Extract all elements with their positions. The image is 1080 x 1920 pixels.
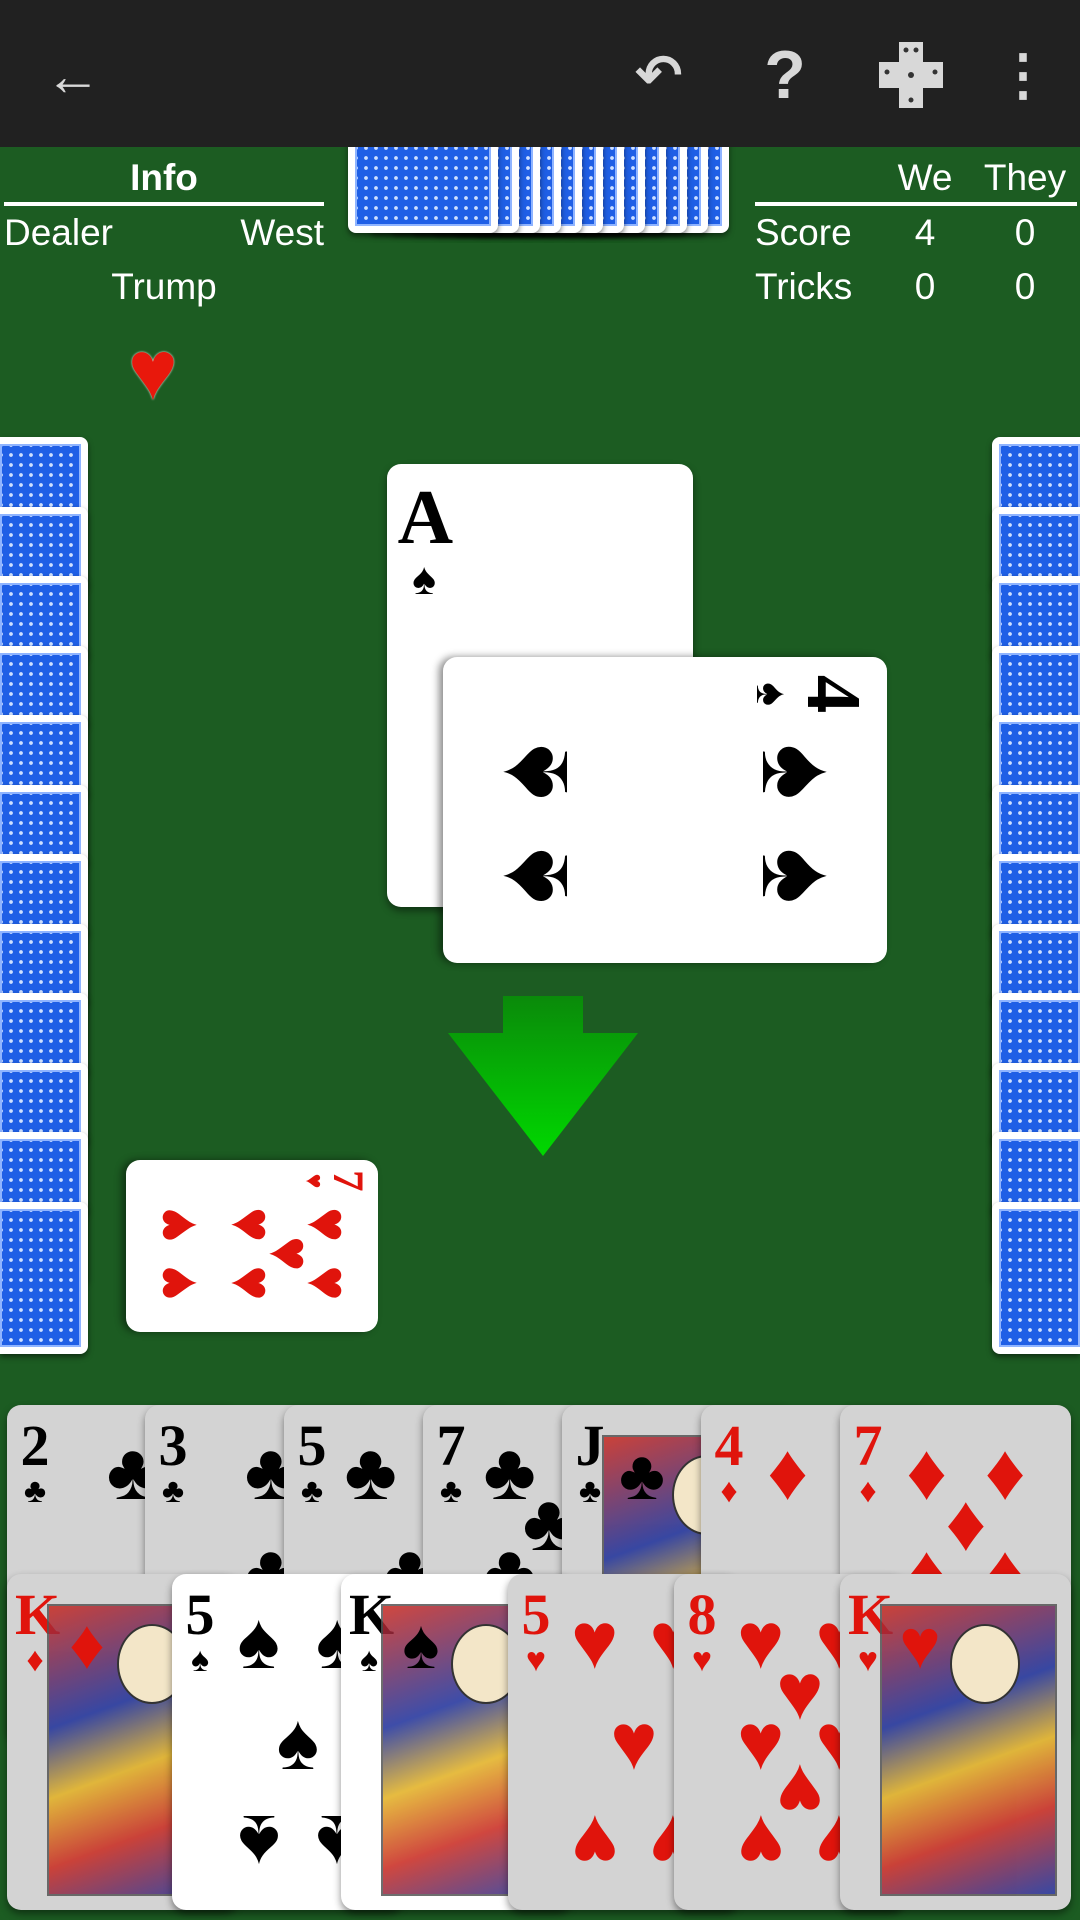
suit-pip-icon: ♥: [218, 1206, 286, 1243]
undo-icon[interactable]: ↶: [624, 40, 694, 110]
tricks-they: 0: [1014, 266, 1036, 307]
score-label: Score: [755, 212, 852, 253]
trump-label: Trump: [111, 266, 217, 307]
suit-pip-icon: ♦: [984, 1427, 1026, 1517]
card-index: 2 ♣: [20, 1413, 50, 1510]
suit-pip-icon: ♣: [344, 1427, 397, 1517]
card-index: 5 ♣: [297, 1413, 327, 1510]
tricks-row: Tricks 0 0: [755, 260, 1077, 314]
card-index: 7 ♦: [853, 1413, 883, 1510]
toolbar: ← ↶ ? ⋮: [0, 0, 1080, 147]
tricks-label: Tricks: [755, 266, 853, 307]
card-index: 8 ♥: [687, 1582, 717, 1679]
suit-pip-icon: ♠: [471, 847, 590, 904]
suit-pip-icon: ♥: [570, 1596, 619, 1686]
more-vert-icon[interactable]: ⋮: [988, 40, 1058, 110]
card-index: 4 ♦: [714, 1413, 744, 1510]
trump-heart-icon: ♥: [128, 323, 178, 417]
card-index: 3 ♣: [158, 1413, 188, 1510]
score-panel: We They Score 4 0 Tricks 0 0: [755, 150, 1077, 314]
suit-pip-icon: ♠: [237, 1798, 280, 1888]
dealer-label: Dealer: [4, 212, 113, 253]
dealer-value: West: [240, 212, 324, 253]
col-we: We: [897, 157, 953, 198]
suit-pip-icon: ♠: [471, 743, 590, 800]
tricks-we: 0: [914, 266, 936, 307]
card-index: 4 ♠: [747, 674, 877, 714]
card-back: [0, 1201, 88, 1354]
trick-card-west: 7 ♥ ♥ ♥ ♥ ♥ ♥ ♥ ♥: [126, 1160, 378, 1332]
cards-icon[interactable]: [876, 40, 946, 110]
info-panel: Info Dealer West Trump: [4, 150, 324, 314]
suit-pip-icon: ♥: [736, 1798, 785, 1888]
court-face: [950, 1624, 1020, 1704]
suit-pip-icon: ♦: [767, 1427, 809, 1517]
card-index: 7 ♥: [299, 1170, 372, 1192]
hand-card: K ♥ ♥: [840, 1574, 1071, 1910]
suit-pip-icon: ♦: [69, 1605, 105, 1683]
suit-pip-icon: ♠: [276, 1697, 320, 1786]
suit-pip-icon: ♠: [740, 847, 859, 904]
suit-pip-icon: ♦: [945, 1477, 987, 1567]
trick-card-east: 4 ♠ ♠ ♠ ♠ ♠: [443, 657, 887, 963]
score-they: 0: [1014, 212, 1036, 253]
suit-pip-icon: ♥: [899, 1605, 941, 1683]
help-icon[interactable]: ?: [750, 37, 820, 113]
suit-pip-icon: ♣: [619, 1436, 665, 1514]
card-back: [992, 1201, 1080, 1354]
turn-arrow-down-icon: [448, 996, 638, 1156]
back-arrow-icon[interactable]: ←: [38, 40, 108, 110]
card-index: 5 ♠: [185, 1582, 215, 1679]
suit-pip-icon: ♥: [610, 1697, 658, 1786]
score-we: 4: [914, 212, 936, 253]
score-row: Score 4 0: [755, 206, 1077, 260]
card-index: 5 ♥: [521, 1582, 551, 1679]
suit-pip-icon: ♠: [237, 1596, 280, 1686]
info-title: Info: [4, 150, 324, 206]
suit-pip-icon: ♥: [142, 1265, 210, 1301]
suit-pip-icon: ♦: [906, 1427, 948, 1517]
suit-pip-icon: ♥: [218, 1265, 286, 1301]
suit-pip-icon: ♥: [570, 1798, 619, 1888]
card-index: A ♠: [397, 474, 454, 604]
suit-pip-icon: ♠: [402, 1605, 440, 1683]
suit-pip-icon: ♥: [142, 1206, 210, 1243]
suit-pip-icon: ♠: [740, 743, 859, 800]
col-they: They: [983, 157, 1067, 198]
card-index: 7 ♣: [436, 1413, 466, 1510]
